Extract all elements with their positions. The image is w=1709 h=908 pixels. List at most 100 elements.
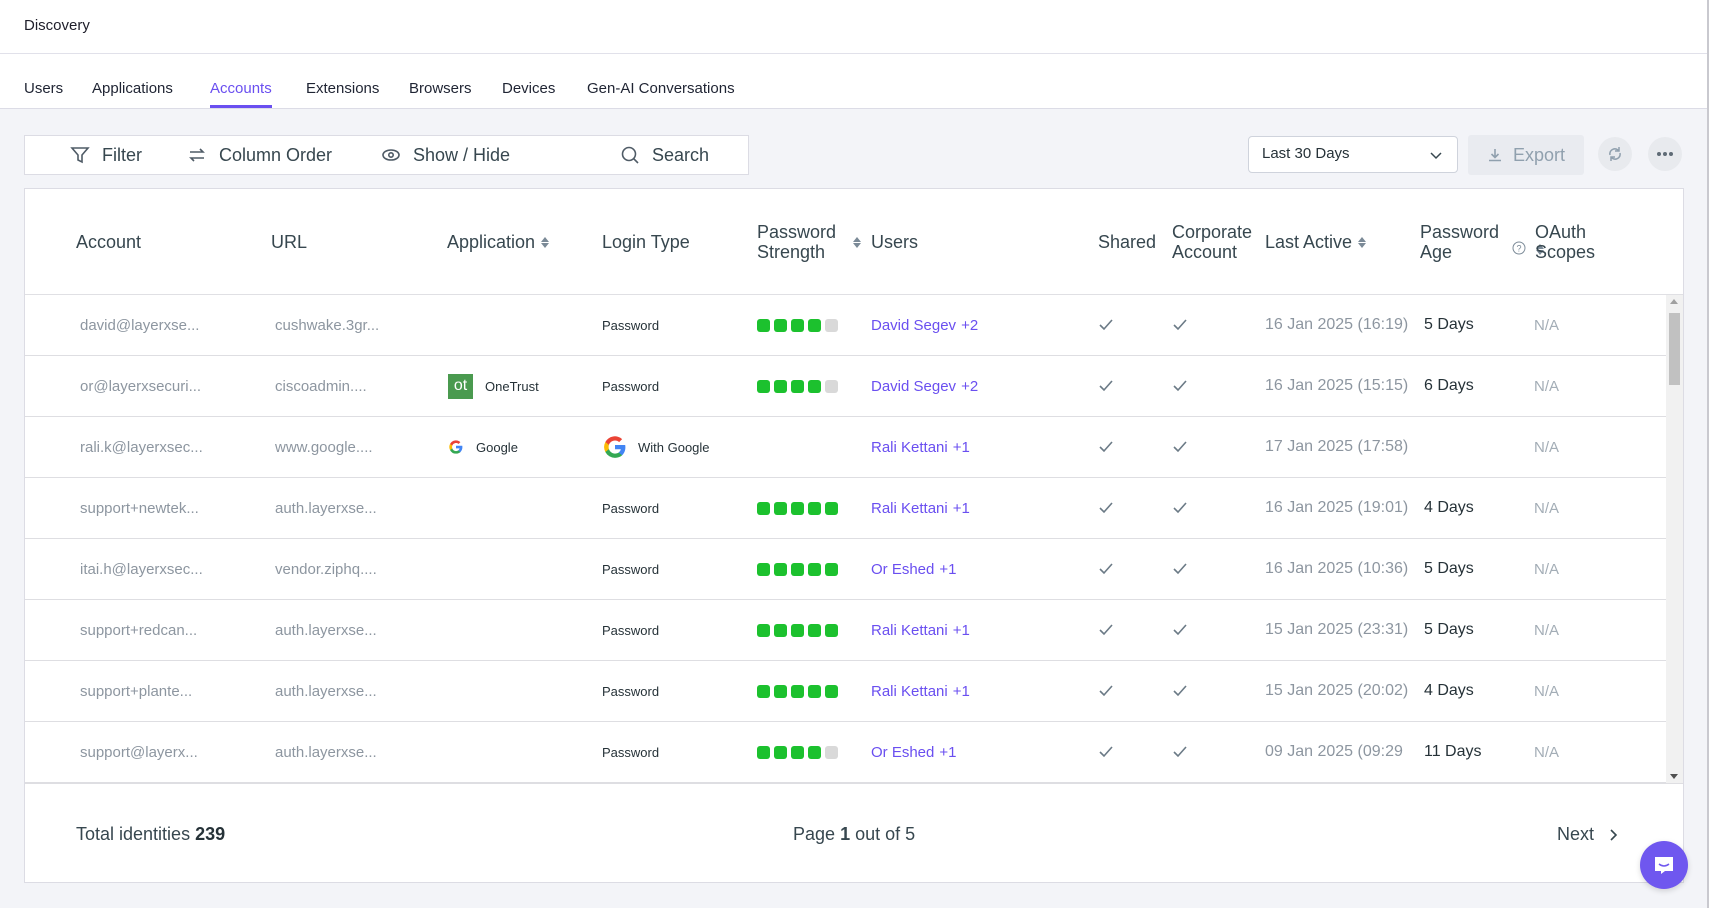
column-header-last-active[interactable]: Last Active [1265, 232, 1367, 252]
tab-accounts[interactable]: Accounts [210, 80, 272, 108]
extra-users-count[interactable]: +1 [939, 561, 956, 578]
sort-icon[interactable] [853, 236, 861, 248]
column-order-label[interactable]: Column Order [219, 145, 332, 166]
users-cell[interactable]: Rali Kettani +1 [871, 478, 970, 538]
application-cell[interactable]: Google [448, 417, 518, 477]
extra-users-count[interactable]: +1 [953, 683, 970, 700]
account-cell[interactable]: rali.k@layerxsec... [80, 417, 203, 477]
tab-users[interactable]: Users [24, 80, 63, 105]
sort-icon[interactable] [541, 236, 550, 248]
users-cell[interactable]: Or Eshed +1 [871, 539, 956, 599]
account-cell[interactable]: support@layerx... [80, 722, 198, 782]
extra-users-count[interactable]: +1 [953, 500, 970, 517]
scrollbar-thumb[interactable] [1669, 313, 1680, 385]
table-footer: Total identities 239 Page 1 out of 5 Nex… [25, 783, 1683, 882]
password-age-cell: 5 Days [1424, 316, 1474, 333]
chat-support-button[interactable] [1640, 841, 1688, 889]
extra-users-count[interactable]: +2 [961, 317, 978, 334]
user-link[interactable]: Or Eshed [871, 744, 934, 761]
user-link[interactable]: Rali Kettani [871, 439, 948, 456]
table-row[interactable]: david@layerxse... cushwake.3gr... Password… [25, 295, 1666, 356]
table-toolbar: Filter Column Order Show / Hide Search [24, 135, 749, 175]
export-button[interactable]: Export [1468, 135, 1584, 175]
show-hide-button[interactable]: Show / Hide [381, 136, 510, 174]
column-header-url[interactable]: URL [271, 232, 307, 252]
tab-applications[interactable]: Applications [92, 80, 173, 105]
column-header-users[interactable]: Users [871, 232, 918, 252]
table-row[interactable]: rali.k@layerxsec... www.google.... Google W… [25, 417, 1666, 478]
url-cell[interactable]: ciscoadmin.... [275, 356, 367, 416]
user-link[interactable]: Rali Kettani [871, 500, 948, 517]
table-row[interactable]: support+plante... auth.layerxse... Passwor… [25, 661, 1666, 722]
extra-users-count[interactable]: +1 [953, 439, 970, 456]
more-options-button[interactable] [1648, 137, 1682, 171]
url-cell[interactable]: auth.layerxse... [275, 722, 377, 782]
user-link[interactable]: Rali Kettani [871, 622, 948, 639]
help-icon[interactable]: ? [1512, 241, 1526, 255]
corporate-cell [1172, 295, 1188, 355]
column-header-password-age[interactable]: Password Age [1420, 222, 1510, 262]
sort-icon[interactable] [1358, 236, 1367, 248]
column-header-login-type[interactable]: Login Type [602, 232, 690, 252]
strength-segment [808, 623, 821, 637]
url-cell[interactable]: auth.layerxse... [275, 661, 377, 721]
users-cell[interactable]: David Segev +2 [871, 356, 978, 416]
users-cell[interactable]: Or Eshed +1 [871, 722, 956, 782]
application-cell[interactable]: ot OneTrust [448, 356, 539, 416]
password-age-cell: 11 Days [1424, 743, 1482, 760]
application-name: Google [476, 439, 518, 455]
tab-extensions[interactable]: Extensions [306, 80, 379, 105]
table-scrollbar[interactable] [1666, 295, 1683, 783]
url-cell[interactable]: auth.layerxse... [275, 600, 377, 660]
extra-users-count[interactable]: +2 [961, 378, 978, 395]
user-link[interactable]: David Segev [871, 378, 956, 395]
search-icon [621, 146, 639, 164]
table-row[interactable]: itai.h@layerxsec... vendor.ziphq.... Passw… [25, 539, 1666, 600]
url-cell[interactable]: auth.layerxse... [275, 478, 377, 538]
user-link[interactable]: Or Eshed [871, 561, 934, 578]
tab-gen-ai-conversations[interactable]: Gen-AI Conversations [587, 80, 735, 105]
total-identities: Total identities 239 [76, 824, 226, 844]
strength-segment [825, 684, 838, 698]
account-cell[interactable]: david@layerxse... [80, 295, 199, 355]
oauth-scopes-cell: N/A [1534, 438, 1560, 456]
account-cell[interactable]: support+newtek... [80, 478, 199, 538]
column-header-password-strength[interactable]: Password Strength [757, 222, 867, 262]
url-cell[interactable]: www.google.... [275, 417, 373, 477]
users-cell[interactable]: David Segev +2 [871, 295, 978, 355]
table-row[interactable]: support@layerx... auth.layerxse... Passwor… [25, 722, 1666, 783]
column-header-application[interactable]: Application [447, 232, 550, 252]
column-header-shared[interactable]: Shared [1098, 232, 1156, 252]
account-cell[interactable]: or@layerxsecuri... [80, 356, 201, 416]
user-link[interactable]: Rali Kettani [871, 683, 948, 700]
tab-devices[interactable]: Devices [502, 80, 555, 105]
scroll-up-arrow[interactable] [1670, 299, 1678, 304]
shared-cell [1098, 417, 1114, 477]
users-cell[interactable]: Rali Kettani +1 [871, 417, 970, 477]
account-cell[interactable]: itai.h@layerxsec... [80, 539, 203, 599]
tab-browsers[interactable]: Browsers [409, 80, 472, 105]
table-row[interactable]: support+newtek... auth.layerxse... Passwor… [25, 478, 1666, 539]
extra-users-count[interactable]: +1 [939, 744, 956, 761]
url-cell[interactable]: vendor.ziphq.... [275, 539, 377, 599]
account-cell[interactable]: support+plante... [80, 661, 192, 721]
table-row[interactable]: or@layerxsecuri... ciscoadmin.... ot OneTru… [25, 356, 1666, 417]
table-row[interactable]: support+redcan... auth.layerxse... Passwor… [25, 600, 1666, 661]
account-cell[interactable]: support+redcan... [80, 600, 197, 660]
check-icon [1099, 319, 1113, 331]
users-cell[interactable]: Rali Kettani +1 [871, 661, 970, 721]
scroll-down-arrow[interactable] [1670, 774, 1678, 779]
url-cell[interactable]: cushwake.3gr... [275, 295, 379, 355]
date-range-select[interactable]: Last 30 Days [1248, 136, 1458, 173]
refresh-button[interactable] [1598, 137, 1632, 171]
column-header-corporate-account[interactable]: Corporate Account [1172, 222, 1267, 262]
user-link[interactable]: David Segev [871, 317, 956, 334]
extra-users-count[interactable]: +1 [953, 622, 970, 639]
users-cell[interactable]: Rali Kettani +1 [871, 600, 970, 660]
filter-button[interactable]: Filter [70, 136, 142, 174]
column-order-button[interactable]: Column Order [187, 136, 332, 174]
column-header-account[interactable]: Account [76, 232, 141, 252]
search-button[interactable]: Search [620, 136, 709, 174]
next-page-button[interactable]: Next [1557, 824, 1618, 845]
column-header-oauth-scopes[interactable]: OAuth Scopes [1535, 222, 1615, 262]
